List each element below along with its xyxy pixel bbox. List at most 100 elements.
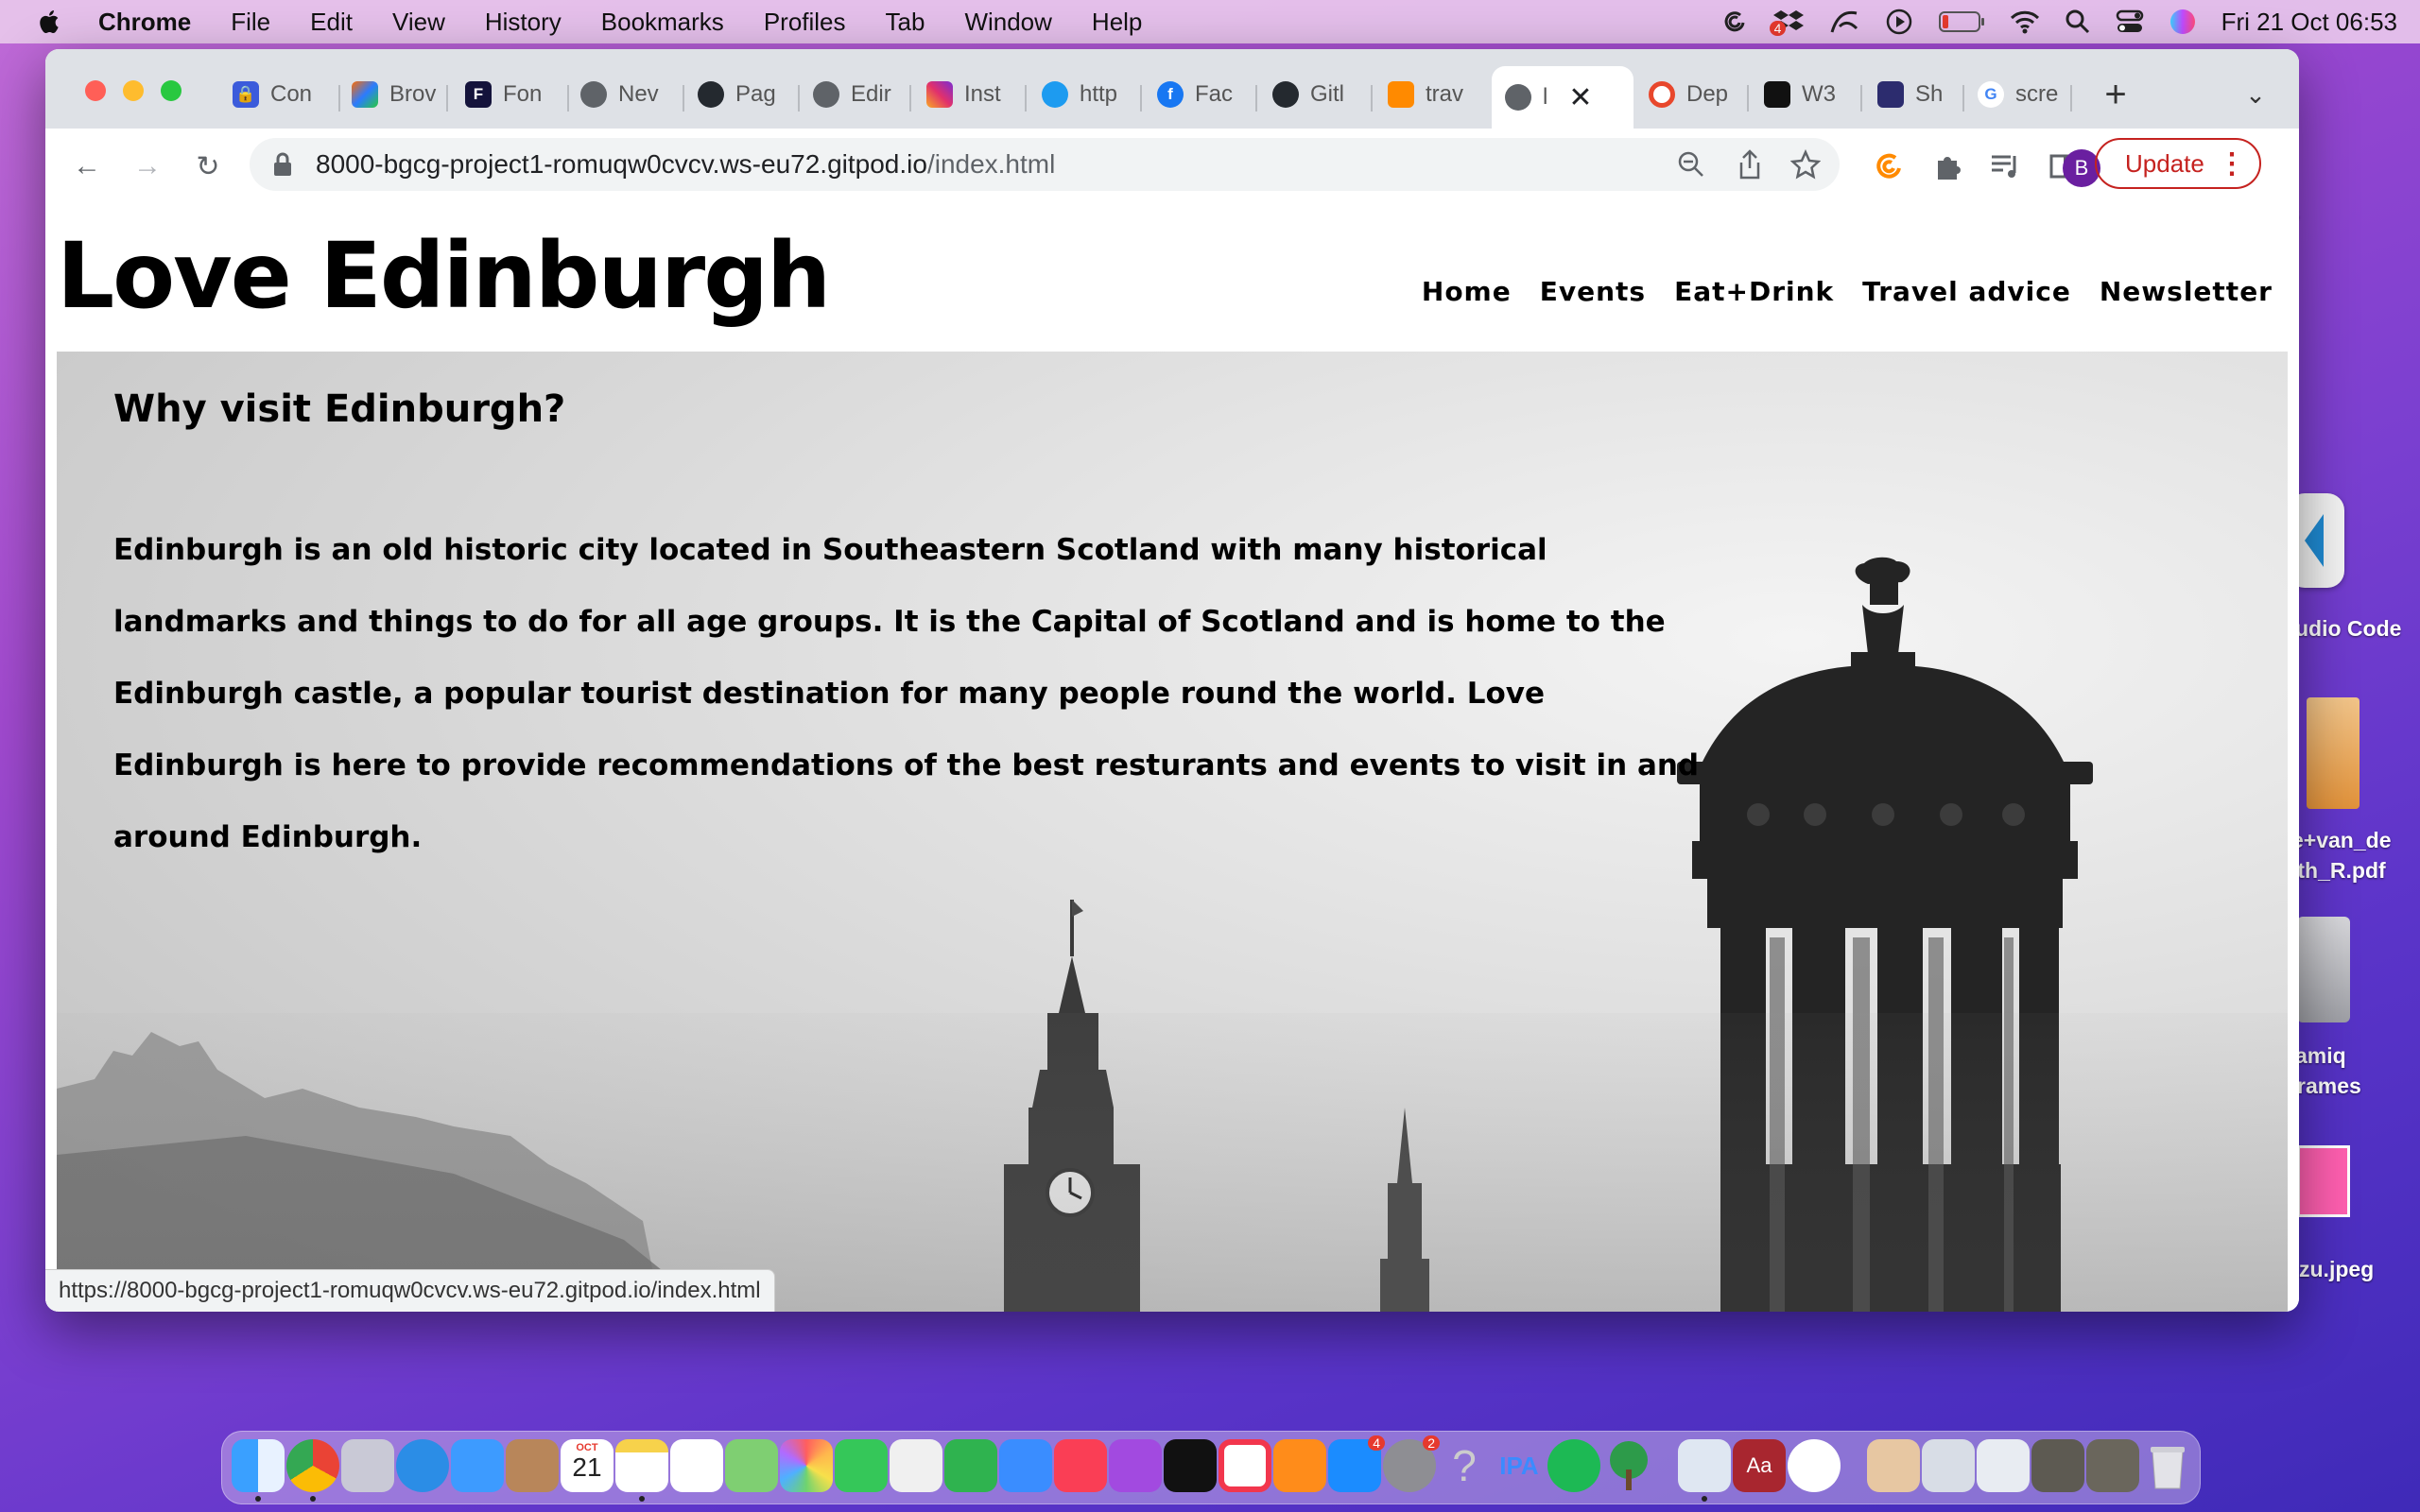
podcasts-icon[interactable] <box>1109 1439 1162 1492</box>
forward-arrow-icon[interactable]: → <box>129 147 166 185</box>
menu-app-chrome[interactable]: Chrome <box>98 8 191 37</box>
menu-history[interactable]: History <box>485 8 562 37</box>
contacts-icon[interactable] <box>506 1439 559 1492</box>
control-center-icon[interactable] <box>2116 9 2144 35</box>
site-lock-icon[interactable] <box>272 152 293 177</box>
desktop-icon-pdf[interactable] <box>2307 697 2360 809</box>
desktop-icon-disk[interactable] <box>2297 917 2350 1022</box>
close-tab-icon[interactable]: ✕ <box>1568 81 1592 114</box>
gitpod-dock-icon[interactable] <box>1788 1439 1841 1492</box>
spotlight-search-icon[interactable] <box>2065 9 2091 35</box>
photo-stack-icon-2[interactable] <box>2086 1439 2139 1492</box>
extensions-puzzle-icon[interactable] <box>1928 147 1966 185</box>
notes-icon[interactable] <box>615 1439 668 1492</box>
tab-15[interactable]: Gscre <box>1964 68 2068 121</box>
dictionary-icon[interactable]: Aa <box>1733 1439 1786 1492</box>
system-settings-icon[interactable]: 2 <box>1383 1435 1440 1492</box>
window-zoom-button[interactable] <box>161 80 182 101</box>
tab-8[interactable]: f Fac <box>1157 68 1252 121</box>
app-store-icon[interactable]: 4 <box>1328 1435 1385 1492</box>
tab-4[interactable]: Pag <box>698 68 794 121</box>
update-button[interactable]: Update ⋮ <box>2095 138 2261 189</box>
menu-file[interactable]: File <box>231 8 270 37</box>
nav-travel-advice[interactable]: Travel advice <box>1862 276 2071 307</box>
music-icon[interactable] <box>1054 1439 1107 1492</box>
freeform-icon[interactable] <box>890 1439 942 1492</box>
books-icon[interactable] <box>1273 1439 1326 1492</box>
share-icon[interactable] <box>1737 149 1762 180</box>
menubar-clock[interactable]: Fri 21 Oct 06:53 <box>2221 8 2397 37</box>
apple-tv-icon[interactable] <box>1164 1439 1217 1492</box>
keyboard-stack-icon[interactable] <box>1977 1439 2030 1492</box>
gitpod-extension-icon[interactable] <box>1870 147 1908 185</box>
tab-12[interactable]: Dep <box>1649 68 1743 121</box>
news-icon[interactable] <box>1219 1439 1271 1492</box>
tab-active[interactable]: l ✕ <box>1492 66 1634 129</box>
dropbox-icon[interactable]: 4 <box>1769 8 1804 36</box>
desktop-icon-image[interactable] <box>2297 1145 2350 1217</box>
kebab-menu-icon[interactable]: ⋮ <box>2218 147 2246 180</box>
tab-7[interactable]: http <box>1042 68 1136 121</box>
gitpod-status-icon[interactable] <box>1720 8 1749 36</box>
menu-view[interactable]: View <box>392 8 445 37</box>
craft-icon[interactable] <box>1828 8 1860 36</box>
messages-icon[interactable] <box>835 1439 888 1492</box>
trash-icon[interactable] <box>2141 1439 2194 1492</box>
nav-newsletter[interactable]: Newsletter <box>2100 276 2273 307</box>
tab-10[interactable]: trav <box>1388 68 1482 121</box>
safari-icon[interactable] <box>396 1439 449 1492</box>
wifi-icon[interactable] <box>2010 9 2040 34</box>
launchpad-icon[interactable] <box>341 1439 394 1492</box>
siri-icon[interactable] <box>2169 8 2197 36</box>
tab-0[interactable]: 🔒 Con <box>233 68 338 121</box>
nav-eat-drink[interactable]: Eat+Drink <box>1674 276 1834 307</box>
tab-search-chevron-icon[interactable]: ⌄ <box>2237 68 2274 121</box>
mail-icon[interactable] <box>451 1439 504 1492</box>
downloads-stack-icon[interactable] <box>1867 1439 1920 1492</box>
zoom-out-icon[interactable] <box>1677 150 1705 179</box>
calendar-icon[interactable]: OCT 21 <box>561 1439 614 1492</box>
nav-home[interactable]: Home <box>1422 276 1512 307</box>
nav-events[interactable]: Events <box>1540 276 1646 307</box>
menu-edit[interactable]: Edit <box>310 8 353 37</box>
new-tab-button[interactable]: + <box>2097 68 2135 121</box>
help-icon[interactable]: ? <box>1438 1439 1491 1492</box>
spotify-icon[interactable] <box>1547 1439 1600 1492</box>
menu-window[interactable]: Window <box>964 8 1051 37</box>
photos-icon[interactable] <box>780 1439 833 1492</box>
menu-tab[interactable]: Tab <box>886 8 925 37</box>
screenshot-stack-icon[interactable] <box>1922 1439 1975 1492</box>
reminders-icon[interactable] <box>670 1439 723 1492</box>
bookmark-star-icon[interactable] <box>1790 149 1821 180</box>
menu-help[interactable]: Help <box>1092 8 1142 37</box>
tab-5[interactable]: Edir <box>813 68 908 121</box>
apple-menu-icon[interactable] <box>36 8 64 36</box>
reload-icon[interactable]: ↻ <box>189 147 227 185</box>
photo-stack-icon-1[interactable] <box>2031 1439 2084 1492</box>
battery-icon[interactable] <box>1938 9 1985 34</box>
preview-icon[interactable] <box>1678 1439 1731 1492</box>
media-play-icon[interactable] <box>1885 8 1913 36</box>
tab-3[interactable]: Nev <box>580 68 679 121</box>
menu-bookmarks[interactable]: Bookmarks <box>601 8 724 37</box>
keynote-icon[interactable] <box>999 1439 1052 1492</box>
maps-icon[interactable] <box>725 1439 778 1492</box>
tree-app-icon[interactable] <box>1602 1439 1655 1492</box>
finder-icon[interactable] <box>232 1439 285 1492</box>
tab-9[interactable]: Gitl <box>1272 68 1367 121</box>
site-title[interactable]: Love Edinburgh <box>57 223 831 329</box>
address-bar[interactable]: 8000-bgcg-project1-romuqw0cvcv.ws-eu72.g… <box>250 138 1840 191</box>
tab-13[interactable]: W3 <box>1764 68 1858 121</box>
tab-6[interactable]: Inst <box>926 68 1021 121</box>
ipa-icon[interactable]: IPA <box>1493 1439 1546 1492</box>
chrome-dock-icon[interactable] <box>286 1439 339 1492</box>
menu-profiles[interactable]: Profiles <box>764 8 846 37</box>
tab-14[interactable]: Sho <box>1849 68 1944 121</box>
tab-1[interactable]: Brov <box>352 68 442 121</box>
numbers-icon[interactable] <box>944 1439 997 1492</box>
window-minimize-button[interactable] <box>123 80 144 101</box>
media-control-icon[interactable] <box>1987 147 2025 185</box>
window-close-button[interactable] <box>85 80 106 101</box>
tab-2[interactable]: F Fon <box>465 68 563 121</box>
back-arrow-icon[interactable]: ← <box>68 147 106 185</box>
